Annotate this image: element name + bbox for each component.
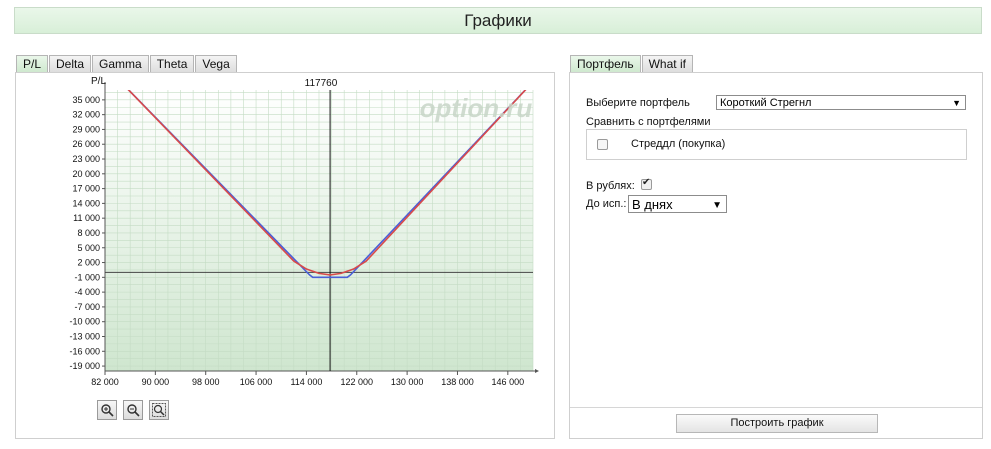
zoom-in-icon bbox=[101, 404, 114, 417]
page-header: Графики bbox=[14, 7, 982, 34]
x-tick-label: 106 000 bbox=[240, 377, 273, 387]
page-title: Графики bbox=[464, 11, 532, 30]
x-tick-label: 138 000 bbox=[441, 377, 474, 387]
y-tick-label: 8 000 bbox=[77, 228, 100, 238]
y-tick-label: 26 000 bbox=[72, 139, 100, 149]
chart-tabs: P/L Delta Gamma Theta Vega bbox=[16, 55, 237, 73]
y-tick-label: -16 000 bbox=[69, 346, 100, 356]
zoom-out-button[interactable] bbox=[123, 400, 143, 420]
y-tick-label: 17 000 bbox=[72, 184, 100, 194]
current-price-label: 117760 bbox=[305, 78, 338, 89]
tab-theta[interactable]: Theta bbox=[149, 55, 195, 73]
zoom-in-button[interactable] bbox=[97, 400, 117, 420]
chart-panel: 35 000 32 000 29 000 26 000 23 000 20 000 17 0… bbox=[15, 72, 555, 439]
y-tick-label: -4 000 bbox=[74, 287, 100, 297]
expiry-select[interactable]: В днях ▼ bbox=[628, 195, 727, 213]
tab-vega[interactable]: Vega bbox=[195, 55, 237, 73]
y-tick-label: -19 000 bbox=[69, 361, 100, 371]
y-tick-label: 14 000 bbox=[72, 198, 100, 208]
watermark: option.ru bbox=[420, 93, 533, 123]
build-chart-button[interactable]: Построить график bbox=[676, 414, 878, 433]
tab-gamma[interactable]: Gamma bbox=[92, 55, 149, 73]
compare-item-label: Стреддл (покупка) bbox=[631, 138, 726, 150]
zoom-fit-button[interactable] bbox=[149, 400, 169, 420]
x-axis-arrow bbox=[535, 369, 539, 373]
x-tick-label: 130 000 bbox=[391, 377, 424, 387]
zoom-out-icon bbox=[127, 404, 140, 417]
y-axis-title: P/L bbox=[91, 76, 106, 87]
x-tick-label: 122 000 bbox=[340, 377, 373, 387]
y-tick-label: -13 000 bbox=[69, 331, 100, 341]
portfolio-label: Выберите портфель bbox=[586, 97, 690, 109]
y-tick-label: 23 000 bbox=[72, 154, 100, 164]
tab-pl[interactable]: P/L bbox=[16, 55, 49, 73]
tab-what-if[interactable]: What if bbox=[641, 55, 693, 73]
y-tick-label: 5 000 bbox=[77, 243, 100, 253]
y-tick-label: -7 000 bbox=[74, 302, 100, 312]
tab-portfolio[interactable]: Портфель bbox=[570, 55, 641, 73]
y-tick-label: 11 000 bbox=[73, 213, 100, 223]
x-tick-label: 82 000 bbox=[91, 377, 119, 387]
x-tick-label: 90 000 bbox=[142, 377, 170, 387]
y-tick-label: 35 000 bbox=[72, 95, 100, 105]
expiry-select-value: В днях bbox=[632, 197, 673, 212]
x-tick-label: 98 000 bbox=[192, 377, 220, 387]
pl-chart: 35 000 32 000 29 000 26 000 23 000 20 000 17 0… bbox=[69, 76, 539, 387]
portfolio-select-value: Короткий Стрегнл bbox=[720, 97, 812, 109]
zoom-fit-icon bbox=[152, 403, 166, 417]
rubles-checkbox[interactable] bbox=[641, 177, 652, 190]
y-tick-label: -10 000 bbox=[69, 317, 100, 327]
y-tick-label: 20 000 bbox=[72, 169, 100, 179]
compare-label: Сравнить с портфелями bbox=[586, 116, 711, 128]
tab-delta[interactable]: Delta bbox=[49, 55, 92, 73]
chevron-down-icon: ▼ bbox=[712, 200, 722, 211]
y-tick-label: 2 000 bbox=[77, 258, 100, 268]
portfolio-panel: Выберите портфель Короткий Стрегнл ▼ Сра… bbox=[569, 72, 983, 439]
y-tick-label: -1 000 bbox=[74, 272, 100, 282]
x-tick-label: 114 000 bbox=[290, 377, 322, 387]
rubles-label: В рублях: bbox=[586, 180, 635, 192]
portfolio-select[interactable]: Короткий Стрегнл ▼ bbox=[716, 95, 966, 110]
y-tick-label: 29 000 bbox=[72, 124, 100, 134]
y-tick-label: 32 000 bbox=[72, 110, 100, 120]
compare-checkbox[interactable] bbox=[597, 139, 608, 150]
right-tabs: Портфель What if bbox=[570, 55, 693, 73]
chevron-down-icon: ▼ bbox=[952, 98, 961, 108]
expiry-label: До исп.: bbox=[586, 198, 627, 210]
footer-divider bbox=[570, 407, 982, 408]
x-tick-label: 146 000 bbox=[492, 377, 525, 387]
compare-list: Стреддл (покупка) bbox=[586, 129, 967, 160]
